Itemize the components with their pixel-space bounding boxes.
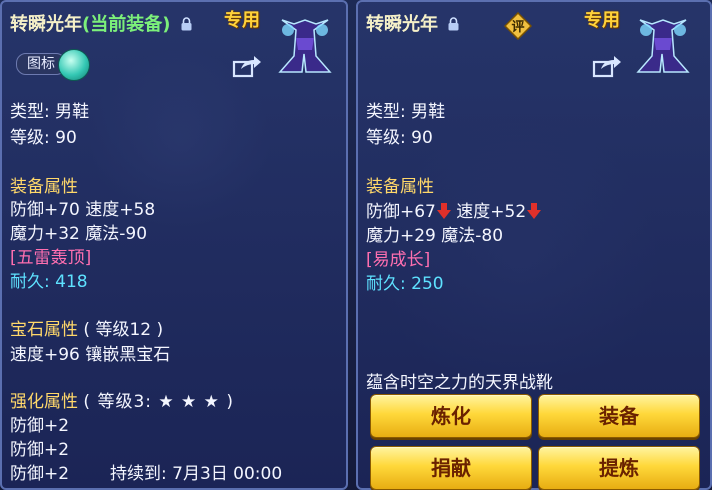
enhance-level: ( 等级3: ★ ★ ★ ) xyxy=(83,392,234,412)
toggle-knob xyxy=(58,49,90,81)
boots-icon xyxy=(636,19,690,73)
special-effect: [易成长] xyxy=(366,250,431,270)
gem-attr: 宝石属性 ( 等级12 ) xyxy=(10,315,163,340)
enhance-attr: 强化属性 ( 等级3: ★ ★ ★ ) xyxy=(10,387,234,412)
donate-button[interactable]: 捐献 xyxy=(370,446,532,490)
item-name: 转瞬光年 xyxy=(10,14,82,35)
enhance-line-3: 防御+2 xyxy=(10,464,70,484)
item-level: 等级: 90 xyxy=(10,128,77,148)
stat-line-1: 防御+67 速度+52 xyxy=(366,197,542,222)
eval-badge-icon[interactable]: 评 xyxy=(503,11,533,41)
enhance-line-1: 防御+2 xyxy=(10,416,70,436)
durability: 耐久: 418 xyxy=(10,272,88,292)
stat-line-1: 防御+70 速度+58 xyxy=(10,200,156,220)
speed-stat: 速度+52 xyxy=(456,202,527,222)
enhance-line-2: 防御+2 xyxy=(10,440,70,460)
item-title: 转瞬光年(当前装备) xyxy=(10,10,192,36)
item-description: 蕴含时空之力的天界战靴 xyxy=(366,373,553,393)
enhance-header: 强化属性 xyxy=(10,392,78,412)
item-title: 转瞬光年 xyxy=(366,10,459,36)
icon-toggle[interactable]: 图标 xyxy=(10,49,90,81)
durability: 耐久: 250 xyxy=(366,274,444,294)
share-icon[interactable] xyxy=(592,54,622,78)
stat-line-2: 魔力+29 魔法-80 xyxy=(366,226,504,246)
item-name: 转瞬光年 xyxy=(366,14,438,35)
item-type: 类型: 男鞋 xyxy=(10,102,90,122)
boots-icon xyxy=(278,19,332,73)
special-effect: [五雷轰顶] xyxy=(10,248,92,268)
gem-header: 宝石属性 xyxy=(10,320,78,340)
down-arrow-icon xyxy=(527,203,542,219)
compare-equipment-panel: 转瞬光年 评 专用 类型: 男鞋 等级: 90 装备属性 防御+67 速度+52… xyxy=(356,0,712,490)
expiry-time: 持续到: 7月3日 00:00 xyxy=(110,464,283,484)
equip-attr-header: 装备属性 xyxy=(10,177,78,197)
stat-line-2: 魔力+32 魔法-90 xyxy=(10,224,148,244)
gem-level: ( 等级12 ) xyxy=(83,320,164,340)
defense-stat: 防御+67 xyxy=(366,202,436,222)
current-equipment-panel: 转瞬光年(当前装备) 专用 图标 类型: 男鞋 等级: 90 装备属性 防御+7… xyxy=(0,0,348,490)
equipped-status: (当前装备) xyxy=(82,14,171,35)
item-type: 类型: 男鞋 xyxy=(366,102,446,122)
gem-detail: 速度+96 镶嵌黑宝石 xyxy=(10,345,171,365)
down-arrow-icon xyxy=(436,203,451,219)
exclusive-tag: 专用 xyxy=(584,10,620,31)
exclusive-tag: 专用 xyxy=(224,10,260,31)
refine-button[interactable]: 炼化 xyxy=(370,394,532,438)
lock-icon xyxy=(448,17,459,31)
item-level: 等级: 90 xyxy=(366,128,433,148)
equip-attr-header: 装备属性 xyxy=(366,177,434,197)
lock-icon xyxy=(181,17,192,31)
share-icon[interactable] xyxy=(232,54,262,78)
extract-button[interactable]: 提炼 xyxy=(538,446,700,490)
equip-button[interactable]: 装备 xyxy=(538,394,700,438)
eval-label: 评 xyxy=(511,20,525,35)
